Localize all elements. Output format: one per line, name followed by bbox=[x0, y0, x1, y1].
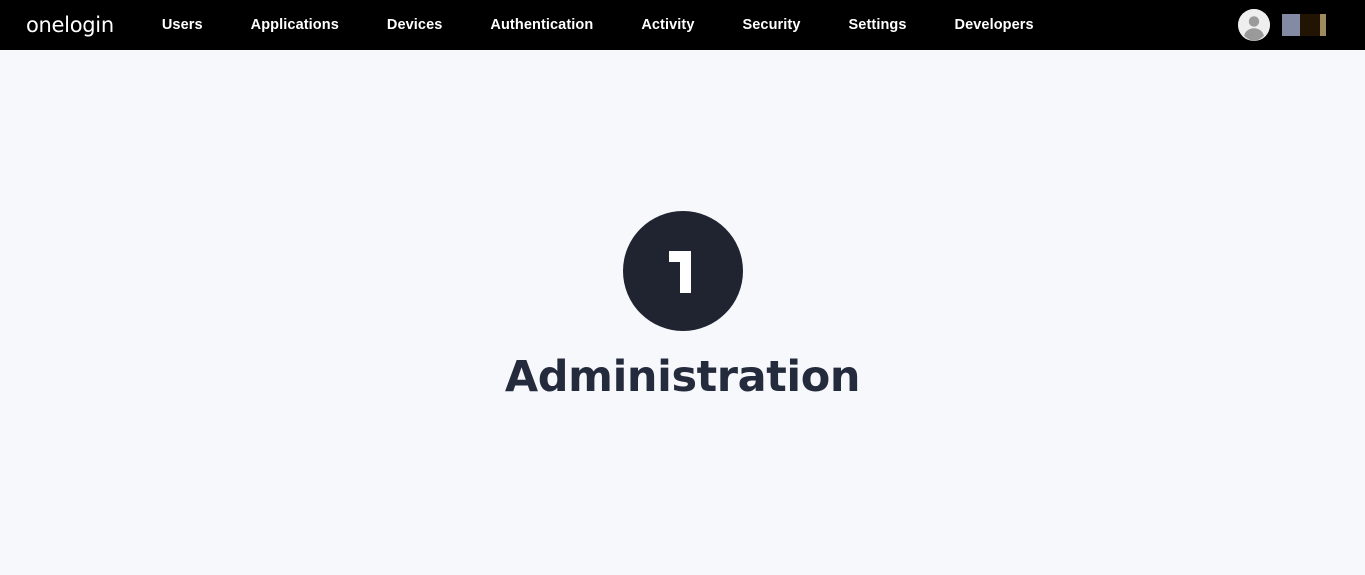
onelogin-mark-icon bbox=[622, 211, 743, 331]
nav-item-activity[interactable]: Activity bbox=[617, 0, 718, 50]
nav-item-users[interactable]: Users bbox=[144, 0, 227, 50]
page-title: Administration bbox=[504, 352, 861, 402]
nav-item-authentication[interactable]: Authentication bbox=[466, 0, 617, 50]
top-bar-right-cluster bbox=[1238, 0, 1365, 50]
main-content: Administration bbox=[0, 50, 1365, 575]
swatch-dark-brown bbox=[1300, 14, 1320, 36]
main-nav: Users Applications Devices Authenticatio… bbox=[144, 0, 1058, 50]
swatch-slate bbox=[1282, 14, 1300, 36]
onelogin-wordmark: onelogin bbox=[26, 12, 114, 37]
top-navigation-bar: onelogin Users Applications Devices Auth… bbox=[0, 0, 1365, 50]
color-swatch-group bbox=[1282, 14, 1326, 36]
nav-item-developers[interactable]: Developers bbox=[931, 0, 1058, 50]
brand-logo[interactable]: onelogin bbox=[26, 0, 114, 50]
nav-item-settings[interactable]: Settings bbox=[825, 0, 931, 50]
nav-item-applications[interactable]: Applications bbox=[227, 0, 363, 50]
nav-item-security[interactable]: Security bbox=[719, 0, 825, 50]
swatch-tan bbox=[1320, 14, 1326, 36]
nav-item-devices[interactable]: Devices bbox=[363, 0, 467, 50]
user-avatar-icon[interactable] bbox=[1238, 9, 1270, 41]
